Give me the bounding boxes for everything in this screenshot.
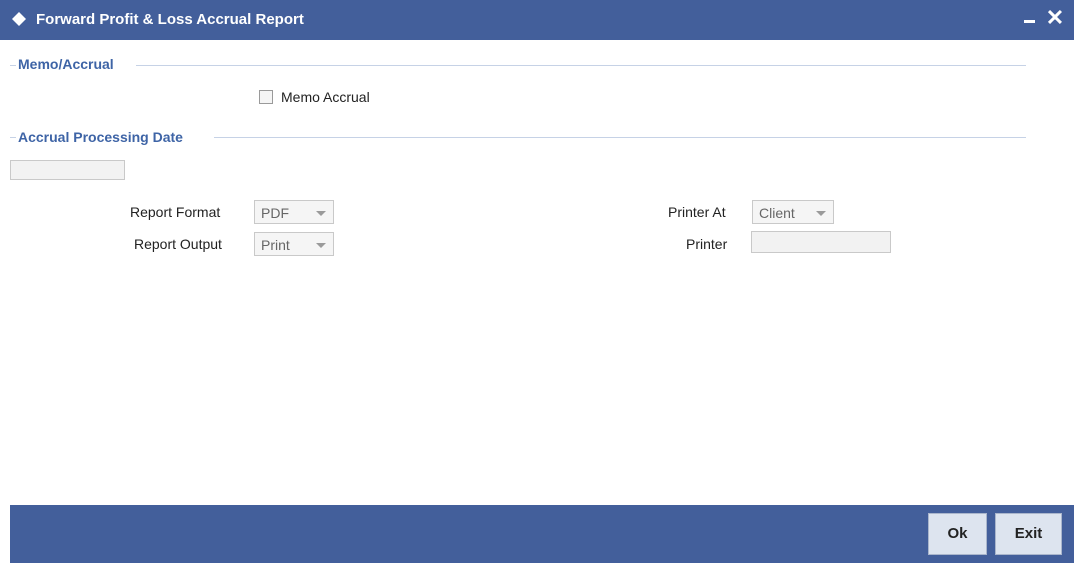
chevron-down-icon [316, 243, 326, 248]
report-format-label: Report Format [130, 204, 221, 220]
title-bar: Forward Profit & Loss Accrual Report ✕ [0, 0, 1074, 40]
chevron-down-icon [316, 211, 326, 216]
footer-bar [10, 505, 1074, 563]
printer-at-label: Printer At [668, 204, 726, 220]
section-divider-tick [10, 65, 16, 66]
accrual-processing-date-input[interactable] [10, 160, 125, 180]
memo-accrual-label: Memo Accrual [281, 89, 370, 105]
printer-at-value: Client [759, 205, 795, 221]
diamond-icon [12, 12, 26, 26]
ok-button[interactable]: Ok [928, 513, 987, 555]
printer-label: Printer [686, 236, 728, 252]
report-window: Forward Profit & Loss Accrual Report ✕ M… [0, 0, 1074, 563]
chevron-down-icon [816, 211, 826, 216]
section-divider-tick [10, 137, 16, 138]
report-output-label: Report Output [134, 236, 222, 252]
section-divider [136, 65, 1026, 66]
printer-at-select[interactable]: Client [752, 200, 834, 224]
report-format-value: PDF [261, 205, 289, 221]
printer-input[interactable] [751, 231, 891, 253]
report-output-select[interactable]: Print [254, 232, 334, 256]
window-title: Forward Profit & Loss Accrual Report [36, 11, 304, 28]
report-format-select[interactable]: PDF [254, 200, 334, 224]
memo-accrual-checkbox[interactable] [259, 90, 273, 104]
report-output-value: Print [261, 237, 290, 253]
minimize-icon[interactable] [1022, 6, 1038, 30]
exit-button[interactable]: Exit [995, 513, 1062, 555]
section-heading-memo: Memo/Accrual [18, 56, 114, 72]
section-divider [214, 137, 1026, 138]
close-icon[interactable]: ✕ [1044, 6, 1066, 30]
section-heading-accrual-date: Accrual Processing Date [18, 129, 183, 145]
